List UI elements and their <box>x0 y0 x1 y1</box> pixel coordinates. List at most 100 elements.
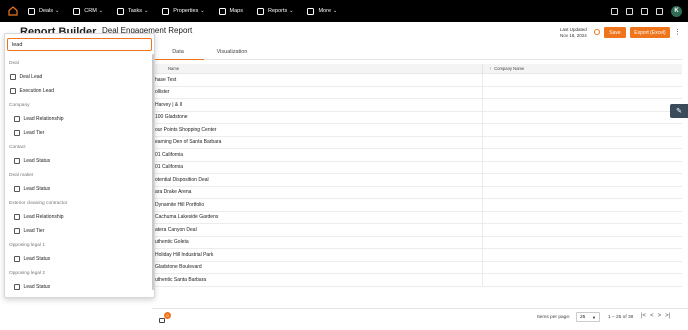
checkbox[interactable] <box>14 116 20 122</box>
nav-item-maps[interactable]: Maps <box>218 7 243 15</box>
table-row[interactable]: 100 Gladstone <box>152 111 682 124</box>
cell-company <box>482 161 682 174</box>
field-group-label: Deal <box>9 60 19 66</box>
table-row[interactable]: atera Canyon Deal <box>152 223 682 237</box>
table-row[interactable]: Cachuma Lakeside Gardens <box>152 211 682 224</box>
cell-company <box>482 173 682 186</box>
data-table: Name ↑ Company Name hase Test ollister Harv… <box>152 63 682 287</box>
refresh-icon[interactable] <box>594 29 600 35</box>
cell-name: Harvey | & II <box>155 101 183 108</box>
tab-visualization[interactable]: Visualization <box>210 44 254 60</box>
checkbox[interactable] <box>10 88 16 94</box>
cell-name: hase Test <box>155 76 177 83</box>
table-row[interactable]: our Points Shopping Center <box>152 123 682 137</box>
chevron-down-icon: ⌄ <box>98 8 103 14</box>
cell-company <box>482 261 682 274</box>
first-page-icon[interactable]: |< <box>641 313 646 319</box>
export-excel-button[interactable]: Export (Excel) <box>630 27 670 38</box>
table-row[interactable]: otential Disposition Deal <box>152 173 682 187</box>
field-option[interactable]: Lead Tier <box>5 126 152 140</box>
last-page-icon[interactable]: >| <box>665 313 670 319</box>
field-list: Deal Deal Lead Execution Lead Company Lead R… <box>5 56 152 294</box>
cell-name: Gladstone Boulevard <box>155 264 202 271</box>
chevron-down-icon: ⌄ <box>55 8 60 14</box>
side-tool-icon[interactable]: ✎ <box>670 104 688 118</box>
last-updated: Last Updated Nov 18, 2024 <box>560 27 587 38</box>
apps-grid-icon[interactable] <box>656 7 663 15</box>
properties-icon <box>162 7 170 15</box>
column-header-company[interactable]: ↑ Company Name <box>482 63 524 74</box>
avatar[interactable]: K <box>671 5 682 17</box>
save-button[interactable]: Save <box>604 27 626 38</box>
checkbox[interactable] <box>14 186 20 192</box>
table-row[interactable]: 01 California <box>152 161 682 174</box>
field-option[interactable]: Lead Status <box>5 182 152 196</box>
more-options-icon[interactable]: ⋮ <box>674 28 681 36</box>
cell-company <box>482 211 682 224</box>
cell-name: uthentic Goleta <box>155 239 189 246</box>
cell-name: 01 California <box>155 151 184 158</box>
field-group-label: Opposing legal 2 <box>9 270 46 276</box>
table-row[interactable]: 01 California <box>152 148 682 162</box>
prev-page-icon[interactable]: < <box>650 313 654 319</box>
cell-company <box>482 86 682 99</box>
nav-item-deals[interactable]: Deals ⌄ <box>28 7 60 15</box>
cell-name: uthentic Santa Barbara <box>155 276 207 283</box>
table-row[interactable]: Holiday Hill Industrial Park <box>152 248 682 262</box>
tasks-icon <box>117 7 124 15</box>
pagination-range: 1 – 25 of 38 <box>608 315 634 320</box>
nav-item-properties[interactable]: Properties ⌄ <box>162 7 205 15</box>
field-option[interactable]: Lead Relationship <box>5 112 152 126</box>
tab-data[interactable]: Data <box>152 44 204 60</box>
nav-item-tasks[interactable]: Tasks ⌄ <box>117 7 148 15</box>
cell-company <box>482 123 682 136</box>
checkbox[interactable] <box>14 284 20 290</box>
table-row[interactable]: ollister <box>152 86 682 99</box>
field-option[interactable]: Lead Status <box>5 280 152 294</box>
field-search-dropdown: lead Deal Deal Lead Execution Lead Company L… <box>4 33 155 298</box>
checkbox[interactable] <box>14 228 20 234</box>
calendar-icon[interactable] <box>641 7 648 15</box>
column-header-name[interactable]: Name <box>152 66 482 71</box>
table-row[interactable]: uthentic Santa Barbara <box>152 273 682 287</box>
checkbox[interactable] <box>14 256 20 262</box>
table-row[interactable]: Harvey | & II <box>152 98 682 112</box>
items-per-page-select[interactable]: 25 ▼ <box>576 312 600 322</box>
chevron-down-icon: ⌄ <box>200 8 205 14</box>
cell-company <box>482 98 682 111</box>
field-option[interactable]: Execution Lead <box>5 84 152 98</box>
table-row[interactable]: hase Test <box>152 73 682 87</box>
table-row[interactable]: Gladstone Boulevard <box>152 261 682 274</box>
notification-badge: 0 <box>164 312 171 319</box>
folder-icon[interactable] <box>159 318 165 323</box>
table-row[interactable]: earning Den of Santa Barbara <box>152 136 682 149</box>
table-row[interactable]: Dynamite Hill Portfolio <box>152 198 682 212</box>
field-group-label: Exterior cleaning contractor <box>9 200 68 206</box>
table-row[interactable]: ara Drake Arena <box>152 186 682 199</box>
field-option[interactable]: Lead Tier <box>5 224 152 238</box>
scrollbar[interactable] <box>152 54 154 290</box>
nav-item-crm[interactable]: CRM ⌄ <box>73 7 103 15</box>
cell-company <box>482 148 682 161</box>
checkbox[interactable] <box>14 130 20 136</box>
cell-company <box>482 223 682 236</box>
cell-name: Holiday Hill Industrial Park <box>155 251 214 258</box>
search-icon[interactable] <box>611 7 618 15</box>
home-logo-icon[interactable] <box>8 6 18 16</box>
checkbox[interactable] <box>14 214 20 220</box>
top-right-tools: K <box>611 0 682 22</box>
field-option[interactable]: Lead Status <box>5 154 152 168</box>
checkbox[interactable] <box>10 74 16 80</box>
nav-item-more[interactable]: More ⌄ <box>307 7 337 15</box>
nav-item-reports[interactable]: Reports ⌄ <box>257 7 293 15</box>
cell-company <box>482 186 682 199</box>
field-option[interactable]: Lead Relationship <box>5 210 152 224</box>
field-option[interactable]: Deal Lead <box>5 70 152 84</box>
folder-icon[interactable] <box>626 7 633 15</box>
field-option[interactable]: Lead Status <box>5 252 152 266</box>
next-page-icon[interactable]: > <box>658 313 662 319</box>
deals-icon <box>28 7 35 15</box>
checkbox[interactable] <box>14 158 20 164</box>
table-row[interactable]: uthentic Goleta <box>152 236 682 249</box>
field-search-input[interactable]: lead <box>7 38 152 51</box>
